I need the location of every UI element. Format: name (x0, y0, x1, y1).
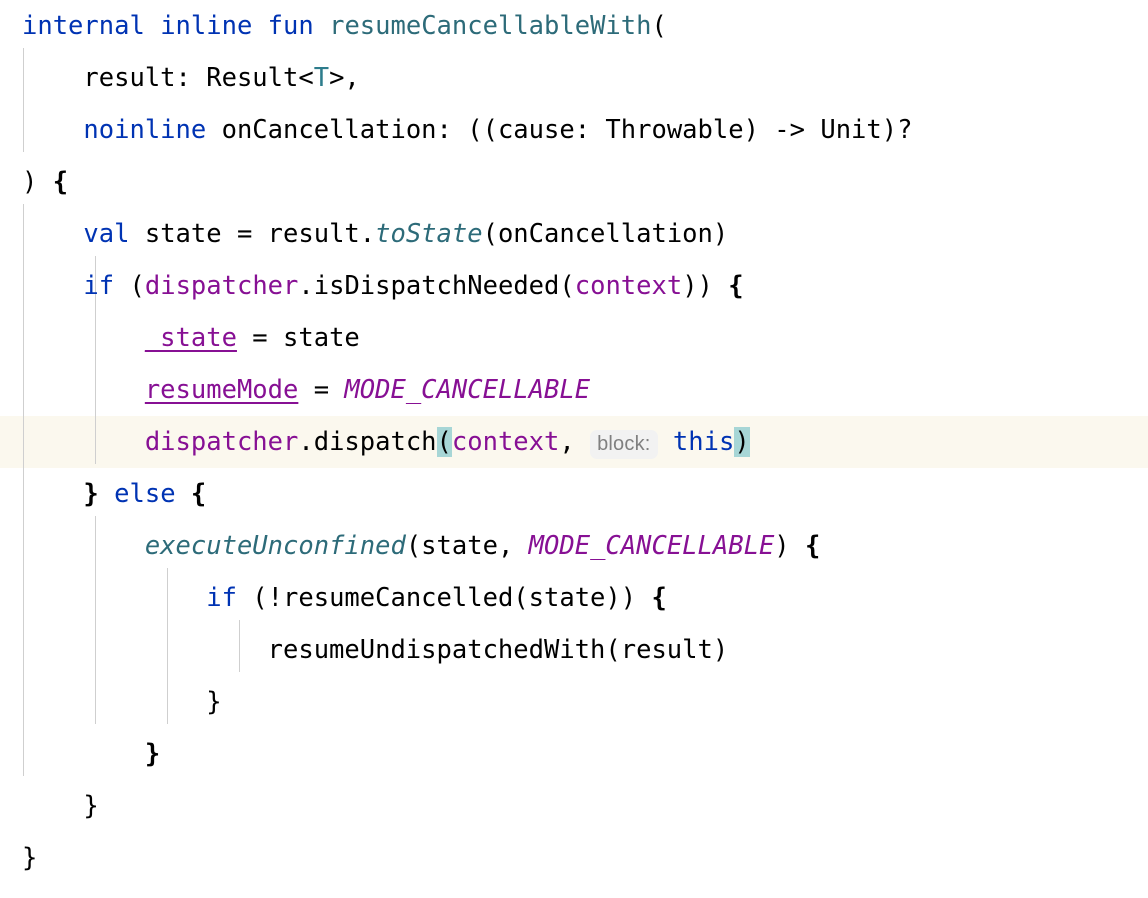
code-editor[interactable]: internal inline fun resumeCancellableWit… (0, 0, 1148, 898)
code-token: } (83, 479, 99, 509)
code-line[interactable]: if (dispatcher.isDispatchNeeded(context)… (0, 260, 1148, 312)
code-line[interactable]: } (0, 832, 1148, 884)
code-line[interactable]: internal inline fun resumeCancellableWit… (0, 0, 1148, 52)
code-line[interactable]: } (0, 780, 1148, 832)
code-token: (onCancellation) (482, 219, 729, 249)
code-token: ) (734, 427, 750, 457)
code-token: ( (436, 427, 452, 457)
code-token: context (574, 271, 683, 301)
code-token: { (805, 531, 821, 561)
code-token: dispatcher (144, 427, 299, 457)
code-token: MODE_CANCELLABLE (344, 375, 591, 405)
code-token: ( (651, 11, 667, 41)
code-token: if (83, 271, 115, 301)
code-token: .isDispatchNeeded( (298, 271, 575, 301)
code-token: MODE_CANCELLABLE (528, 531, 775, 561)
inlay-parameter-hint[interactable]: block: (590, 430, 658, 459)
code-token: resumeUndispatchedWith(result) (267, 635, 729, 665)
code-token: ( (114, 271, 145, 301)
code-token: ) (774, 531, 806, 561)
code-line[interactable]: ) { (0, 156, 1148, 208)
code-token: dispatcher (144, 271, 299, 301)
code-token: toState (375, 219, 483, 249)
code-line[interactable]: dispatcher.dispatch(context, block: this… (0, 416, 1148, 468)
code-token: resumeCancellableWith (329, 11, 652, 41)
code-token: { (651, 583, 667, 613)
code-line[interactable]: executeUnconfined(state, MODE_CANCELLABL… (0, 520, 1148, 572)
code-line[interactable]: if (!resumeCancelled(state)) { (0, 572, 1148, 624)
code-line[interactable]: noinline onCancellation: ((cause: Throwa… (0, 104, 1148, 156)
code-token: )) (682, 271, 729, 301)
code-token: resumeMode (144, 375, 299, 405)
code-line[interactable]: result: Result<T>, (0, 52, 1148, 104)
code-token: = state (236, 323, 360, 353)
code-token: { (190, 479, 207, 509)
code-token: this (672, 427, 735, 457)
code-token: fun (267, 11, 314, 41)
code-token: onCancellation: ((cause: Throwable) -> U… (206, 115, 913, 145)
code-token: { (52, 167, 69, 197)
code-token: context (451, 427, 560, 457)
code-token: { (728, 271, 744, 301)
code-token: if (206, 583, 237, 613)
code-token: } (22, 843, 38, 873)
code-line[interactable]: resumeMode = MODE_CANCELLABLE (0, 364, 1148, 416)
code-token: _state (144, 323, 237, 353)
code-line[interactable]: } (0, 728, 1148, 780)
code-line[interactable]: } else { (0, 468, 1148, 520)
code-token: internal (22, 11, 145, 41)
code-token: ) (22, 167, 38, 197)
code-token: (state, (405, 531, 529, 561)
code-token: state = result. (129, 219, 376, 249)
code-token: >, (329, 63, 360, 93)
code-line[interactable]: } (0, 676, 1148, 728)
code-token: .dispatch (298, 427, 437, 457)
code-line[interactable]: resumeUndispatchedWith(result) (0, 624, 1148, 676)
code-token: } (206, 687, 222, 717)
code-text-layer[interactable]: internal inline fun resumeCancellableWit… (0, 0, 1148, 884)
code-line[interactable]: _state = state (0, 312, 1148, 364)
code-token: T (313, 63, 330, 93)
code-token: else (114, 479, 176, 509)
code-token: } (83, 791, 99, 821)
code-token: , (559, 427, 591, 457)
code-token: inline (160, 11, 253, 41)
code-line[interactable]: val state = result.toState(onCancellatio… (0, 208, 1148, 260)
code-token: result: Result< (83, 63, 314, 93)
code-token: val (83, 219, 130, 249)
code-token: executeUnconfined (144, 531, 406, 561)
code-token: } (144, 739, 161, 769)
code-token: = (298, 375, 345, 405)
code-token: (!resumeCancelled(state)) (236, 583, 652, 613)
code-token: noinline (83, 115, 207, 145)
